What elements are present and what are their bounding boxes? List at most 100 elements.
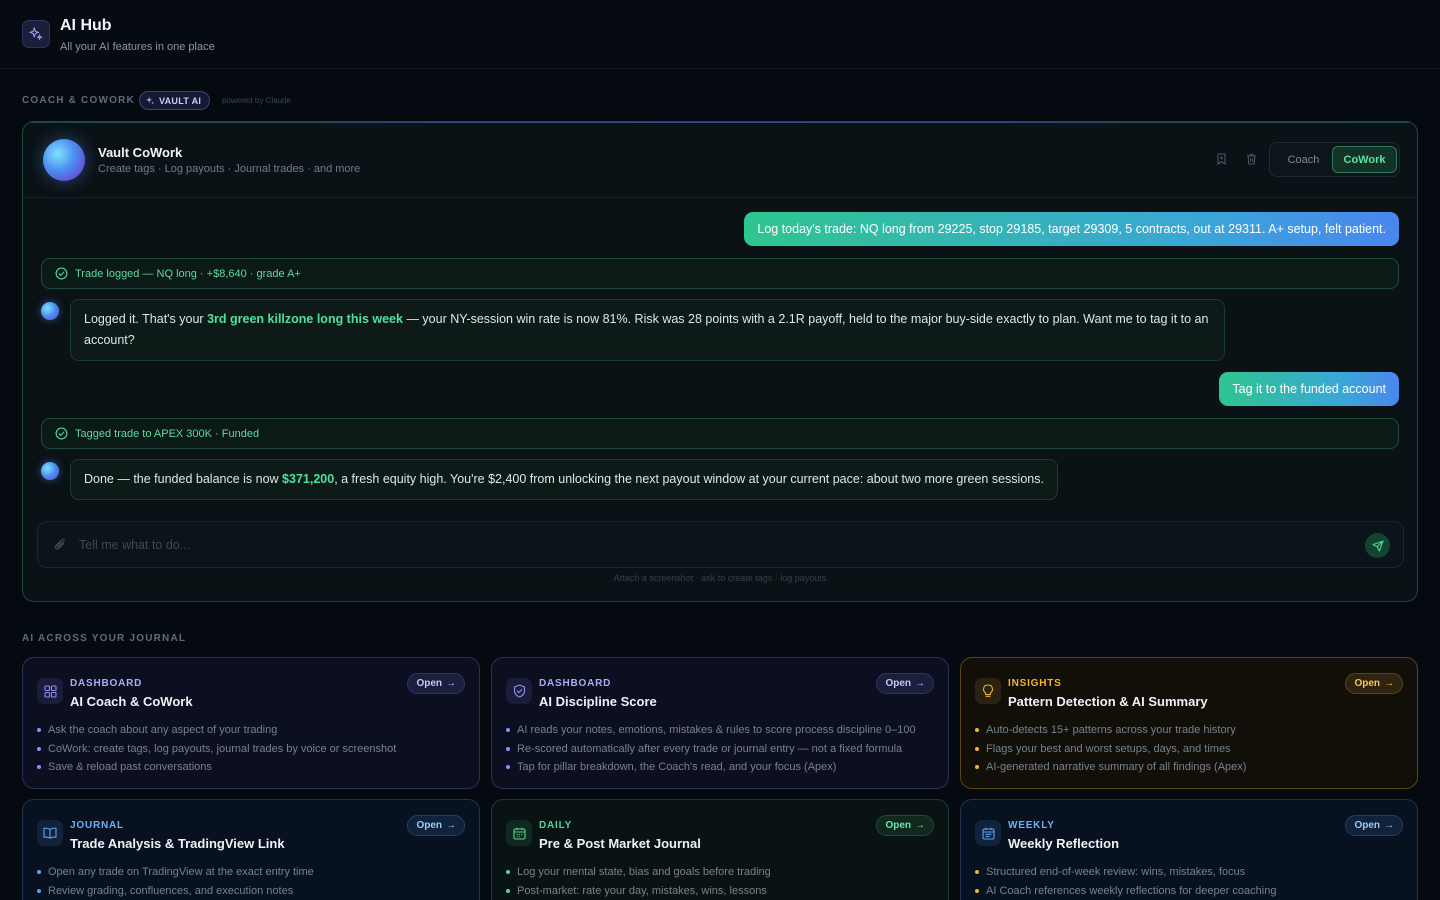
- highlight-text: $371,200: [282, 472, 335, 486]
- list-item: Save & reload past conversations: [37, 758, 396, 777]
- list-item: Structured end-of-week review: wins, mis…: [975, 863, 1276, 882]
- vault-ai-badge-label: VAULT AI: [159, 95, 202, 106]
- list-item-text: Log your mental state, bias and goals be…: [517, 866, 771, 878]
- message-input[interactable]: [79, 532, 1349, 558]
- sparkle-small-icon: [146, 96, 155, 105]
- vault-ai-badge: VAULT AI: [139, 91, 211, 110]
- list-item-text: Review grading, confluences, and executi…: [48, 884, 294, 897]
- highlight-text: 3rd green killzone long this week: [207, 312, 403, 326]
- feature-card-weekly-reflection[interactable]: WEEKLY Weekly Reflection Open → Structur…: [960, 799, 1418, 900]
- bullet-dot: [506, 765, 510, 770]
- assistant-text: Done — the funded balance is now: [84, 472, 283, 486]
- card-features: AI reads your notes, emotions, mistakes …: [506, 721, 916, 777]
- attach-icon[interactable]: [54, 537, 66, 556]
- bullet-dot: [975, 728, 979, 733]
- bullet-dot: [975, 888, 979, 893]
- arrow-right-icon: →: [915, 678, 925, 689]
- cowork-panel: Vault CoWork Create tags · Log payouts ·…: [22, 121, 1418, 602]
- list-item: Flags your best and worst setups, days, …: [975, 740, 1246, 759]
- arrow-right-icon: →: [1384, 820, 1394, 831]
- open-button-label: Open: [885, 820, 911, 831]
- card-category: INSIGHTS: [1008, 678, 1062, 689]
- app-header: AI Hub All your AI features in one place: [0, 0, 1440, 69]
- sparkles-icon: [22, 20, 50, 48]
- list-item-text: Re-scored automatically after every trad…: [517, 742, 903, 755]
- action-status: Trade logged — NQ long · +$8,640 · grade…: [41, 258, 1399, 289]
- card-features: Log your mental state, bias and goals be…: [506, 863, 771, 900]
- open-button-label: Open: [885, 678, 911, 689]
- list-item: Auto-detects 15+ patterns across your tr…: [975, 721, 1246, 740]
- list-item-text: Save & reload past conversations: [48, 761, 212, 773]
- card-features: Open any trade on TradingView at the exa…: [37, 863, 314, 900]
- list-item: Post-market: rate your day, mistakes, wi…: [506, 882, 771, 900]
- bullet-dot: [975, 765, 979, 770]
- mode-coach-button[interactable]: Coach: [1276, 147, 1331, 172]
- card-category: DASHBOARD: [70, 678, 143, 689]
- shield-check-icon: [506, 678, 532, 704]
- card-category: DAILY: [539, 820, 573, 831]
- card-title: Pattern Detection & AI Summary: [1008, 694, 1208, 709]
- check-circle-icon: [55, 427, 68, 440]
- bookmark-icon[interactable]: [1214, 152, 1228, 166]
- open-button[interactable]: Open →: [1345, 815, 1403, 836]
- bullet-dot: [37, 746, 41, 751]
- card-features: Ask the coach about any aspect of your t…: [37, 721, 396, 777]
- assistant-message: Logged it. That's your 3rd green killzon…: [70, 299, 1225, 361]
- list-item: Review grading, confluences, and executi…: [37, 882, 314, 900]
- send-button[interactable]: [1365, 533, 1390, 558]
- cowork-header: Vault CoWork Create tags · Log payouts ·…: [23, 122, 1417, 198]
- list-item: Open any trade on TradingView at the exa…: [37, 863, 314, 882]
- open-button-label: Open: [1354, 678, 1380, 689]
- open-button-label: Open: [416, 820, 442, 831]
- list-item-text: Flags your best and worst setups, days, …: [986, 742, 1231, 755]
- assistant-orb-avatar: [43, 139, 85, 181]
- action-status-text: Trade logged — NQ long · +$8,640 · grade…: [75, 267, 301, 280]
- card-title: AI Discipline Score: [539, 694, 657, 709]
- bullet-dot: [506, 888, 510, 893]
- feature-card-trade-analysis[interactable]: JOURNAL Trade Analysis & TradingView Lin…: [22, 799, 480, 900]
- open-button[interactable]: Open →: [1345, 673, 1403, 694]
- list-item-text: AI reads your notes, emotions, mistakes …: [517, 724, 916, 736]
- feature-card-pattern-detection[interactable]: INSIGHTS Pattern Detection & AI Summary …: [960, 657, 1418, 789]
- feature-card-market-journal[interactable]: DAILY Pre & Post Market Journal Open → L…: [491, 799, 949, 900]
- assistant-text: , a fresh equity high. You're $2,400 fro…: [334, 472, 1044, 486]
- open-button-label: Open: [416, 678, 442, 689]
- list-item-text: Post-market: rate your day, mistakes, wi…: [517, 884, 767, 897]
- page-subtitle: All your AI features in one place: [60, 41, 215, 53]
- feature-card-discipline-score[interactable]: DASHBOARD AI Discipline Score Open → AI …: [491, 657, 949, 789]
- send-icon: [1371, 539, 1384, 552]
- mode-cowork-button[interactable]: CoWork: [1332, 146, 1397, 173]
- card-title: Weekly Reflection: [1008, 836, 1120, 851]
- feature-card-ai-coach[interactable]: DASHBOARD AI Coach & CoWork Open → Ask t…: [22, 657, 480, 789]
- assistant-message: Done — the funded balance is now $371,20…: [70, 459, 1058, 500]
- open-button[interactable]: Open →: [407, 673, 465, 694]
- list-item-text: AI Coach references weekly reflections f…: [986, 884, 1277, 897]
- list-item-text: CoWork: create tags, log payouts, journa…: [48, 742, 397, 755]
- calendar-icon: [506, 820, 532, 846]
- arrow-right-icon: →: [1384, 678, 1394, 689]
- list-item-text: Tap for pillar breakdown, the Coach's re…: [517, 761, 837, 773]
- bullet-dot: [506, 746, 510, 751]
- card-title: Trade Analysis & TradingView Link: [70, 836, 285, 851]
- open-button-label: Open: [1354, 820, 1380, 831]
- open-button[interactable]: Open →: [407, 815, 465, 836]
- card-category: WEEKLY: [1008, 820, 1055, 831]
- action-status-text: Tagged trade to APEX 300K · Funded: [75, 427, 260, 440]
- mode-toggle: Coach CoWork: [1269, 142, 1400, 177]
- open-button[interactable]: Open →: [876, 815, 934, 836]
- assistant-avatar: [41, 462, 59, 480]
- bullet-dot: [37, 765, 41, 770]
- assistant-avatar: [41, 302, 59, 320]
- check-circle-icon: [55, 267, 68, 280]
- journal-section-label: AI ACROSS YOUR JOURNAL: [22, 633, 187, 644]
- card-features: Auto-detects 15+ patterns across your tr…: [975, 721, 1246, 777]
- arrow-right-icon: →: [446, 678, 456, 689]
- arrow-right-icon: →: [446, 820, 456, 831]
- book-icon: [37, 820, 63, 846]
- bullet-dot: [37, 888, 41, 893]
- open-button[interactable]: Open →: [876, 673, 934, 694]
- trash-icon[interactable]: [1244, 152, 1258, 166]
- list-item: AI Coach references weekly reflections f…: [975, 882, 1276, 900]
- list-item: Tap for pillar breakdown, the Coach's re…: [506, 758, 916, 777]
- lightbulb-icon: [975, 678, 1001, 704]
